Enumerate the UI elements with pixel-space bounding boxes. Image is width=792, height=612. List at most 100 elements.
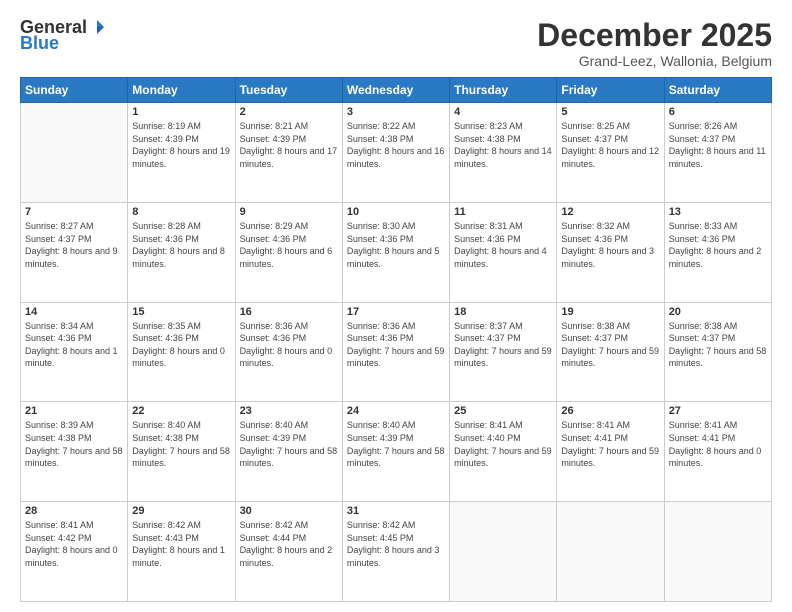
calendar-table: Sunday Monday Tuesday Wednesday Thursday… [20, 77, 772, 602]
calendar-cell: 1Sunrise: 8:19 AMSunset: 4:39 PMDaylight… [128, 103, 235, 203]
day-info: Sunrise: 8:38 AMSunset: 4:37 PMDaylight:… [669, 320, 767, 370]
logo-blue-text: Blue [20, 34, 59, 52]
day-number: 12 [561, 206, 659, 218]
calendar-week-1: 7 Sunrise: 8:27 AMSunset: 4:37 PMDaylight… [21, 202, 772, 302]
calendar-cell: 8 Sunrise: 8:28 AMSunset: 4:36 PMDaylight… [128, 202, 235, 302]
day-number: 3 [347, 106, 445, 118]
day-number: 13 [669, 206, 767, 218]
day-info: Sunrise: 8:32 AMSunset: 4:36 PMDaylight:… [561, 220, 659, 270]
header-thursday: Thursday [450, 78, 557, 103]
day-info: Sunrise: 8:41 AMSunset: 4:42 PMDaylight:… [25, 519, 123, 569]
day-number: 4 [454, 106, 552, 118]
weekday-row: Sunday Monday Tuesday Wednesday Thursday… [21, 78, 772, 103]
calendar-cell: 3 Sunrise: 8:22 AMSunset: 4:38 PMDaylight… [342, 103, 449, 203]
calendar-cell: 19 Sunrise: 8:38 AMSunset: 4:37 PMDayligh… [557, 302, 664, 402]
day-number: 29 [132, 505, 230, 517]
day-info: Sunrise: 8:42 AMSunset: 4:45 PMDaylight:… [347, 519, 445, 569]
header-tuesday: Tuesday [235, 78, 342, 103]
header-sunday: Sunday [21, 78, 128, 103]
calendar-cell: 11Sunrise: 8:31 AMSunset: 4:36 PMDayligh… [450, 202, 557, 302]
calendar-cell: 29 Sunrise: 8:42 AMSunset: 4:43 PMDayligh… [128, 502, 235, 602]
day-info: Sunrise: 8:42 AMSunset: 4:43 PMDaylight:… [132, 519, 230, 569]
day-number: 20 [669, 306, 767, 318]
header-monday: Monday [128, 78, 235, 103]
day-info: Sunrise: 8:40 AMSunset: 4:38 PMDaylight:… [132, 419, 230, 469]
day-info: Sunrise: 8:41 AMSunset: 4:41 PMDaylight:… [561, 419, 659, 469]
title-block: December 2025 Grand-Leez, Wallonia, Belg… [537, 18, 772, 69]
day-number: 15 [132, 306, 230, 318]
day-number: 17 [347, 306, 445, 318]
calendar-cell [450, 502, 557, 602]
day-number: 7 [25, 206, 123, 218]
day-info: Sunrise: 8:28 AMSunset: 4:36 PMDaylight:… [132, 220, 230, 270]
day-info: Sunrise: 8:34 AMSunset: 4:36 PMDaylight:… [25, 320, 123, 370]
day-number: 8 [132, 206, 230, 218]
day-number: 2 [240, 106, 338, 118]
day-info: Sunrise: 8:22 AMSunset: 4:38 PMDaylight:… [347, 120, 445, 170]
day-info: Sunrise: 8:41 AMSunset: 4:41 PMDaylight:… [669, 419, 767, 469]
calendar-cell: 13 Sunrise: 8:33 AMSunset: 4:36 PMDayligh… [664, 202, 771, 302]
calendar-cell: 15 Sunrise: 8:35 AMSunset: 4:36 PMDayligh… [128, 302, 235, 402]
day-number: 22 [132, 405, 230, 417]
calendar-body: 1Sunrise: 8:19 AMSunset: 4:39 PMDaylight… [21, 103, 772, 602]
day-info: Sunrise: 8:40 AMSunset: 4:39 PMDaylight:… [347, 419, 445, 469]
day-number: 21 [25, 405, 123, 417]
day-number: 16 [240, 306, 338, 318]
calendar-cell: 5 Sunrise: 8:25 AMSunset: 4:37 PMDaylight… [557, 103, 664, 203]
calendar-cell: 24Sunrise: 8:40 AMSunset: 4:39 PMDayligh… [342, 402, 449, 502]
calendar-cell: 28 Sunrise: 8:41 AMSunset: 4:42 PMDayligh… [21, 502, 128, 602]
day-info: Sunrise: 8:19 AMSunset: 4:39 PMDaylight:… [132, 120, 230, 170]
day-info: Sunrise: 8:40 AMSunset: 4:39 PMDaylight:… [240, 419, 338, 469]
day-info: Sunrise: 8:36 AMSunset: 4:36 PMDaylight:… [347, 320, 445, 370]
calendar-week-0: 1Sunrise: 8:19 AMSunset: 4:39 PMDaylight… [21, 103, 772, 203]
month-title: December 2025 [537, 18, 772, 53]
day-info: Sunrise: 8:27 AMSunset: 4:37 PMDaylight:… [25, 220, 123, 270]
calendar-cell: 21 Sunrise: 8:39 AMSunset: 4:38 PMDayligh… [21, 402, 128, 502]
day-info: Sunrise: 8:21 AMSunset: 4:39 PMDaylight:… [240, 120, 338, 170]
header: General Blue December 2025 Grand-Leez, W… [20, 18, 772, 69]
day-number: 31 [347, 505, 445, 517]
day-number: 9 [240, 206, 338, 218]
calendar-cell: 26 Sunrise: 8:41 AMSunset: 4:41 PMDayligh… [557, 402, 664, 502]
day-info: Sunrise: 8:31 AMSunset: 4:36 PMDaylight:… [454, 220, 552, 270]
calendar-header: Sunday Monday Tuesday Wednesday Thursday… [21, 78, 772, 103]
day-number: 25 [454, 405, 552, 417]
day-number: 10 [347, 206, 445, 218]
day-number: 19 [561, 306, 659, 318]
day-info: Sunrise: 8:23 AMSunset: 4:38 PMDaylight:… [454, 120, 552, 170]
calendar-cell: 6 Sunrise: 8:26 AMSunset: 4:37 PMDaylight… [664, 103, 771, 203]
location-subtitle: Grand-Leez, Wallonia, Belgium [537, 53, 772, 69]
day-info: Sunrise: 8:37 AMSunset: 4:37 PMDaylight:… [454, 320, 552, 370]
calendar-cell: 10 Sunrise: 8:30 AMSunset: 4:36 PMDayligh… [342, 202, 449, 302]
calendar-cell: 30Sunrise: 8:42 AMSunset: 4:44 PMDayligh… [235, 502, 342, 602]
calendar-week-4: 28 Sunrise: 8:41 AMSunset: 4:42 PMDayligh… [21, 502, 772, 602]
calendar-cell: 18Sunrise: 8:37 AMSunset: 4:37 PMDayligh… [450, 302, 557, 402]
day-number: 28 [25, 505, 123, 517]
calendar-cell [664, 502, 771, 602]
day-info: Sunrise: 8:26 AMSunset: 4:37 PMDaylight:… [669, 120, 767, 170]
calendar-cell: 4 Sunrise: 8:23 AMSunset: 4:38 PMDaylight… [450, 103, 557, 203]
calendar-cell: 16Sunrise: 8:36 AMSunset: 4:36 PMDayligh… [235, 302, 342, 402]
header-wednesday: Wednesday [342, 78, 449, 103]
day-number: 5 [561, 106, 659, 118]
logo: General Blue [20, 18, 106, 52]
calendar-cell: 7 Sunrise: 8:27 AMSunset: 4:37 PMDaylight… [21, 202, 128, 302]
day-info: Sunrise: 8:38 AMSunset: 4:37 PMDaylight:… [561, 320, 659, 370]
day-info: Sunrise: 8:25 AMSunset: 4:37 PMDaylight:… [561, 120, 659, 170]
header-saturday: Saturday [664, 78, 771, 103]
calendar-cell: 22 Sunrise: 8:40 AMSunset: 4:38 PMDayligh… [128, 402, 235, 502]
day-info: Sunrise: 8:35 AMSunset: 4:36 PMDaylight:… [132, 320, 230, 370]
day-info: Sunrise: 8:39 AMSunset: 4:38 PMDaylight:… [25, 419, 123, 469]
calendar-cell: 27Sunrise: 8:41 AMSunset: 4:41 PMDayligh… [664, 402, 771, 502]
day-number: 6 [669, 106, 767, 118]
calendar-cell: 2 Sunrise: 8:21 AMSunset: 4:39 PMDaylight… [235, 103, 342, 203]
day-number: 23 [240, 405, 338, 417]
calendar-cell: 31 Sunrise: 8:42 AMSunset: 4:45 PMDayligh… [342, 502, 449, 602]
day-info: Sunrise: 8:41 AMSunset: 4:40 PMDaylight:… [454, 419, 552, 469]
logo-flag-icon [88, 18, 106, 36]
calendar-week-2: 14Sunrise: 8:34 AMSunset: 4:36 PMDayligh… [21, 302, 772, 402]
day-number: 26 [561, 405, 659, 417]
day-info: Sunrise: 8:33 AMSunset: 4:36 PMDaylight:… [669, 220, 767, 270]
day-info: Sunrise: 8:30 AMSunset: 4:36 PMDaylight:… [347, 220, 445, 270]
day-info: Sunrise: 8:42 AMSunset: 4:44 PMDaylight:… [240, 519, 338, 569]
